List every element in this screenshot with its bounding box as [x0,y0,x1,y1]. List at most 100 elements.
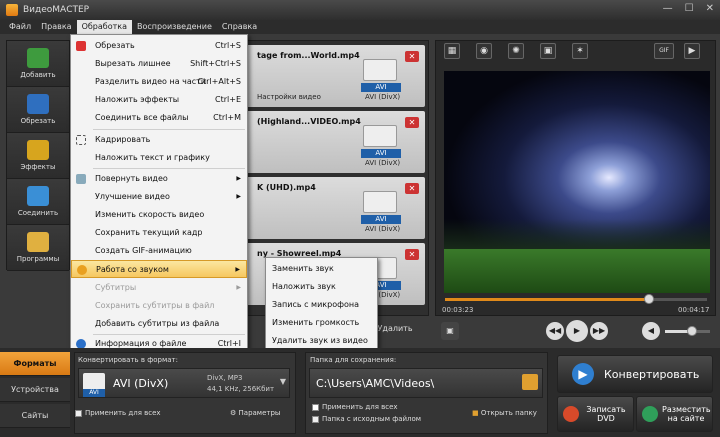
menu-processing[interactable]: Обработка [76,20,132,34]
crop-tool-icon[interactable]: ▦ [444,43,460,59]
menu-file[interactable]: Файл [4,20,36,34]
menu-item-save-subtitles: Сохранить субтитры в файл [95,301,215,310]
menu-item-audio[interactable]: Работа со звуком ▶ [71,260,247,278]
effects-tool-icon[interactable]: ▣ [540,43,556,59]
close-icon[interactable]: ✕ [706,3,714,14]
format-selector[interactable]: AVI AVI (DivX) DivX, MP3 44,1 KHz, 256Кб… [78,368,290,398]
menu-item-gif[interactable]: Создать GIF-анимацию [71,242,247,260]
scissors-icon [76,41,86,51]
file-name: tage from...World.mp4 [257,51,360,60]
file-name: K (UHD).mp4 [257,183,316,192]
format-label: Конвертировать в формат: [78,356,178,364]
remove-file-icon[interactable]: ✕ [405,117,419,128]
menu-item-split[interactable]: Разделить видео на части Ctrl+Alt+S [71,73,247,91]
remove-file-icon[interactable]: ✕ [405,51,419,62]
menu-help[interactable]: Справка [217,20,262,34]
tab-devices[interactable]: Устройства [0,378,70,402]
submenu-item-record-mic[interactable]: Запись с микрофона [266,296,377,314]
rewind-icon[interactable]: ◀◀ [546,322,564,340]
minimize-icon[interactable]: — [663,3,673,14]
format-badge: AVI [361,215,401,224]
timeline-progress [445,298,650,301]
open-folder-button[interactable]: ■ Открыть папку [472,409,537,417]
source-folder-checkbox[interactable] [312,416,319,423]
volume-handle[interactable] [687,326,697,336]
remove-file-icon[interactable]: ✕ [405,183,419,194]
remove-file-icon[interactable]: ✕ [405,249,419,260]
brightness-tool-icon[interactable]: ✺ [508,43,524,59]
tab-formats[interactable]: Форматы [0,352,70,376]
parameters-button[interactable]: ⚙ Параметры [230,409,280,417]
add-button[interactable]: Добавить [7,41,69,87]
add-file-icon [27,48,49,68]
file-format: AVI (DivX) [365,225,401,233]
current-time: 00:03:23 [442,306,474,314]
submenu-item-volume[interactable]: Изменить громкость [266,314,377,332]
preview-panel: ▦ ◉ ✺ ▣ ✶ GIF ▶ [435,40,716,316]
submenu-arrow-icon: ▶ [236,284,241,291]
speed-tool-icon[interactable]: ✶ [572,43,588,59]
snapshot-icon[interactable]: ▣ [441,322,459,340]
file-format: AVI (DivX) [365,159,401,167]
folder-icon[interactable] [522,374,538,390]
menu-item-subtitles: Субтитры ▶ [71,279,247,297]
camera-icon [363,59,397,81]
menu-edit[interactable]: Правка [36,20,76,34]
menu-playback[interactable]: Воспроизведение [132,20,217,34]
folder-label: Папка для сохранения: [310,356,397,364]
total-time: 00:04:17 [678,306,710,314]
title-bar: ВидеоМАСТЕР — ☐ ✕ [0,0,720,20]
menu-bar: Файл Правка Обработка Воспроизведение Сп… [0,20,720,34]
menu-item-join-all[interactable]: Соединить все файлы Ctrl+M [71,109,247,127]
dropdown-arrow-icon[interactable]: ▼ [280,377,286,386]
dvd-icon [563,406,579,422]
gif-tool-icon[interactable]: GIF [654,43,674,59]
apply-all-folder-checkbox[interactable] [312,404,319,411]
camera-icon [363,125,397,147]
upload-site-button[interactable]: Разместить на сайте [636,396,713,432]
join-button[interactable]: Соединить [7,179,69,225]
hills [444,219,710,253]
menu-item-trim[interactable]: Обрезать Ctrl+S [71,37,247,55]
menu-item-crop[interactable]: Кадрировать [71,131,247,149]
forward-icon[interactable]: ▶▶ [590,322,608,340]
convert-icon: ▶ [572,363,594,385]
submenu-arrow-icon: ▶ [235,266,240,273]
menu-item-add-subtitles[interactable]: Добавить субтитры из файла [71,315,247,333]
fullscreen-icon[interactable]: ▶ [684,43,700,59]
grass [444,249,710,293]
apply-all-folder-label: Применить для всех [322,403,398,411]
tab-sites[interactable]: Сайты [0,404,70,428]
folder-path-field[interactable]: C:\Users\AMC\Videos\ [309,368,543,398]
submenu-item-replace-audio[interactable]: Заменить звук [266,260,377,278]
trim-button[interactable]: Обрезать [7,87,69,133]
menu-item-effects[interactable]: Наложить эффекты Ctrl+E [71,91,247,109]
burn-dvd-button[interactable]: Записать DVD [557,396,634,432]
menu-item-text-graphics[interactable]: Наложить текст и графику [71,149,247,167]
convert-button[interactable]: ▶ Конвертировать [557,355,713,393]
menu-item-cut-extra[interactable]: Вырезать лишнее Shift+Ctrl+S [71,55,247,73]
format-badge: AVI [361,149,401,158]
join-icon [27,186,49,206]
submenu-arrow-icon: ▶ [236,175,241,182]
stabilize-tool-icon[interactable]: ◉ [476,43,492,59]
programs-icon [27,232,49,252]
video-settings-link[interactable]: Настройки видео [257,93,321,101]
globe-icon [642,406,658,422]
app-icon [6,4,18,16]
volume-icon[interactable]: ◀ [642,322,660,340]
effects-button[interactable]: Эффекты [7,133,69,179]
programs-button[interactable]: Программы [7,225,69,271]
audio-icon [77,265,87,275]
menu-item-enhance[interactable]: Улучшение видео ▶ [71,188,247,206]
apply-all-checkbox[interactable] [75,410,82,417]
submenu-item-overlay-audio[interactable]: Наложить звук [266,278,377,296]
menu-item-speed[interactable]: Изменить скорость видео [71,206,247,224]
play-icon[interactable]: ▶ [566,320,588,342]
window-title: ВидеоМАСТЕР [23,5,90,15]
menu-separator [93,129,245,130]
menu-item-save-frame[interactable]: Сохранить текущий кадр [71,224,247,242]
maximize-icon[interactable]: ☐ [685,3,694,14]
menu-item-rotate[interactable]: Повернуть видео ▶ [71,170,247,188]
video-frame [444,71,710,293]
